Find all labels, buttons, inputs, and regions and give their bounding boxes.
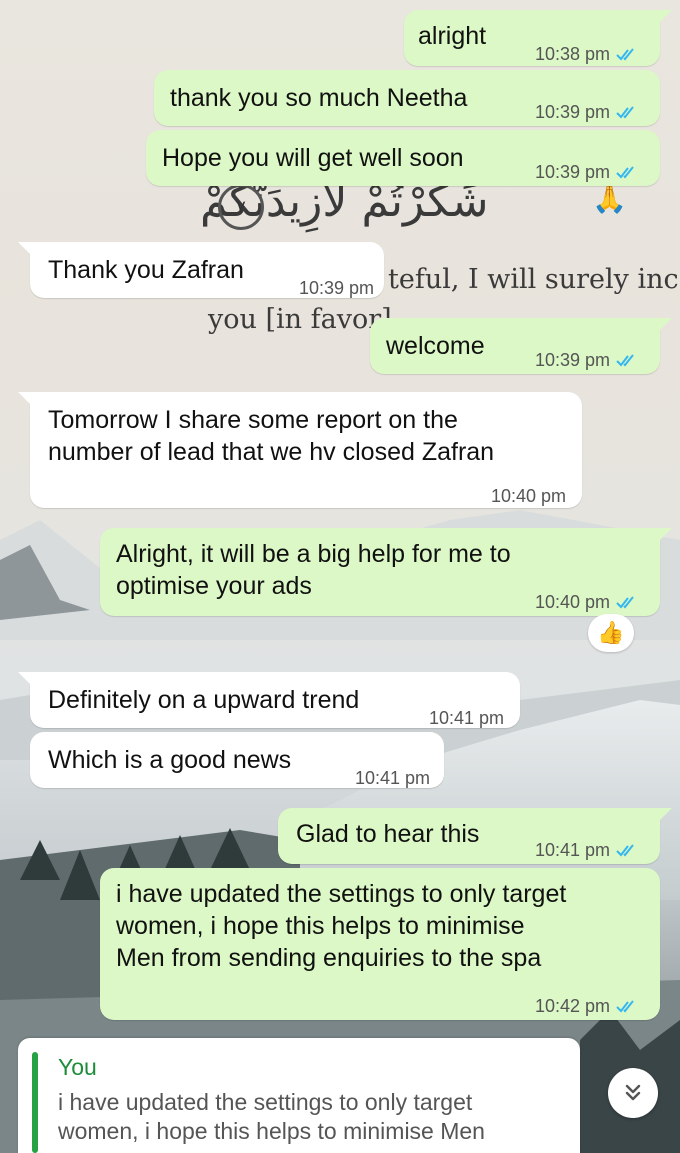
message-time: 10:41 pm bbox=[428, 708, 504, 728]
message-text: Definitely on a upward trend bbox=[48, 686, 360, 714]
message-text: Hope you will get well soon bbox=[162, 144, 464, 172]
outgoing-message[interactable]: alright 10:38 pm bbox=[404, 10, 672, 66]
message-text: Alright, it will be a big help for me to… bbox=[116, 540, 511, 600]
double-chevron-down-icon bbox=[625, 1084, 641, 1101]
scroll-to-bottom-button[interactable] bbox=[608, 1068, 658, 1118]
double-check-icon bbox=[616, 48, 634, 61]
message-time: 10:39 pm bbox=[534, 162, 610, 182]
double-check-icon bbox=[616, 166, 634, 179]
outgoing-message[interactable]: welcome 10:39 pm bbox=[370, 318, 672, 376]
outgoing-message[interactable]: thank you so much Neetha 10:39 pm bbox=[154, 70, 660, 126]
message-meta: 10:38 pm bbox=[535, 38, 638, 70]
message-meta: 10:39 pm bbox=[299, 272, 374, 304]
message-text: Tomorrow I share some report on the numb… bbox=[48, 406, 495, 466]
message-time: 10:41 pm bbox=[534, 840, 610, 860]
thumbs-up-reaction[interactable]: 👍 bbox=[588, 614, 634, 652]
reply-accent-bar bbox=[32, 1052, 38, 1153]
bubble-tail bbox=[18, 392, 32, 406]
message-text: Glad to hear this bbox=[296, 820, 480, 848]
double-check-icon bbox=[616, 844, 634, 857]
bubble-tail bbox=[658, 528, 672, 542]
outgoing-message[interactable]: Hope you will get well soon 10:39 pm bbox=[146, 130, 660, 186]
message-text: welcome bbox=[386, 332, 485, 360]
message-time: 10:38 pm bbox=[534, 44, 610, 64]
incoming-message[interactable]: Tomorrow I share some report on the numb… bbox=[18, 392, 582, 508]
chat-thread[interactable]: alright 10:38 pm thank you so much Neeth… bbox=[0, 0, 680, 1153]
message-meta: 10:41 pm bbox=[355, 762, 430, 794]
message-meta: 10:41 pm bbox=[535, 834, 638, 866]
message-time: 10:39 pm bbox=[534, 350, 610, 370]
message-text: alright bbox=[418, 22, 487, 50]
outgoing-message[interactable]: Glad to hear this 10:41 pm bbox=[278, 808, 672, 866]
incoming-message[interactable]: Which is a good news 10:41 pm bbox=[30, 732, 444, 788]
message-time: 10:40 pm bbox=[534, 592, 610, 612]
message-meta: 10:39 pm bbox=[535, 96, 638, 128]
bubble-tail bbox=[658, 318, 672, 332]
message-time: 10:41 pm bbox=[354, 768, 430, 788]
message-text: thank you so much Neetha bbox=[170, 84, 468, 112]
reply-author: You bbox=[58, 1054, 97, 1080]
double-check-icon bbox=[616, 1000, 634, 1013]
bubble-tail bbox=[658, 10, 672, 24]
message-meta: 10:42 pm bbox=[535, 990, 638, 1022]
double-check-icon bbox=[616, 596, 634, 609]
message-meta: 10:39 pm bbox=[535, 344, 638, 376]
reply-quoted-text: i have updated the settings to only targ… bbox=[58, 1089, 485, 1144]
bubble-tail bbox=[18, 242, 32, 256]
message-time: 10:39 pm bbox=[534, 102, 610, 122]
double-check-icon bbox=[616, 106, 634, 119]
message-time: 10:39 pm bbox=[298, 278, 374, 298]
message-meta: 10:41 pm bbox=[429, 702, 504, 734]
message-text: Which is a good news bbox=[48, 746, 292, 774]
double-check-icon bbox=[616, 354, 634, 367]
message-meta: 10:39 pm bbox=[535, 156, 638, 188]
message-meta: 10:40 pm bbox=[491, 480, 566, 512]
message-meta: 10:40 pm bbox=[535, 586, 638, 618]
message-text: Thank you Zafran bbox=[48, 256, 244, 284]
bubble-tail bbox=[658, 808, 672, 822]
message-time: 10:42 pm bbox=[534, 996, 610, 1016]
message-text: i have updated the settings to only targ… bbox=[116, 880, 567, 972]
bubble-tail bbox=[18, 672, 32, 686]
outgoing-message[interactable]: i have updated the settings to only targ… bbox=[100, 868, 660, 1020]
reply-preview[interactable]: You i have updated the settings to only … bbox=[18, 1038, 580, 1153]
outgoing-message[interactable]: Alright, it will be a big help for me to… bbox=[100, 528, 672, 618]
incoming-message[interactable]: Thank you Zafran 10:39 pm bbox=[18, 242, 384, 298]
message-time: 10:40 pm bbox=[490, 486, 566, 506]
incoming-message[interactable]: Definitely on a upward trend 10:41 pm bbox=[18, 672, 520, 728]
